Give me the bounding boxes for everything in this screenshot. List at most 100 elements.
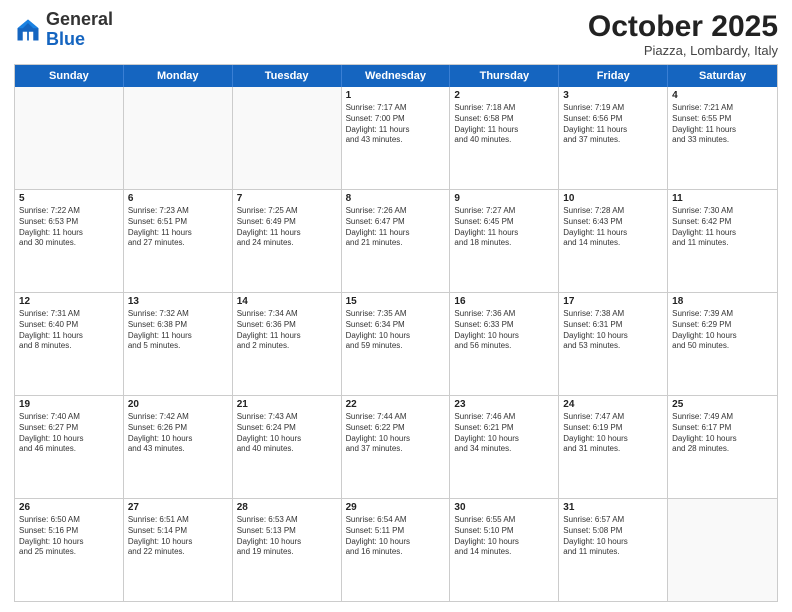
day-number: 25 — [672, 399, 773, 410]
day-info: Sunrise: 7:23 AM Sunset: 6:51 PM Dayligh… — [128, 206, 228, 249]
day-info: Sunrise: 7:22 AM Sunset: 6:53 PM Dayligh… — [19, 206, 119, 249]
header-day-monday: Monday — [124, 65, 233, 87]
logo: General Blue — [14, 10, 113, 50]
day-number: 11 — [672, 193, 773, 204]
day-number: 13 — [128, 296, 228, 307]
day-info: Sunrise: 7:36 AM Sunset: 6:33 PM Dayligh… — [454, 309, 554, 352]
day-number: 16 — [454, 296, 554, 307]
calendar-week-5: 26Sunrise: 6:50 AM Sunset: 5:16 PM Dayli… — [15, 499, 777, 601]
calendar-cell: 6 Sunrise: 7:23 AM Sunset: 6:51 PM Daylig… — [124, 190, 233, 292]
day-number: 3 — [563, 90, 663, 101]
header-day-saturday: Saturday — [668, 65, 777, 87]
day-info: Sunrise: 7:31 AM Sunset: 6:40 PM Dayligh… — [19, 309, 119, 352]
calendar-cell: 9 Sunrise: 7:27 AM Sunset: 6:45 PM Daylig… — [450, 190, 559, 292]
day-info: Sunrise: 7:49 AM Sunset: 6:17 PM Dayligh… — [672, 412, 773, 455]
day-info: Sunrise: 7:26 AM Sunset: 6:47 PM Dayligh… — [346, 206, 446, 249]
day-info: Sunrise: 7:25 AM Sunset: 6:49 PM Dayligh… — [237, 206, 337, 249]
day-number: 20 — [128, 399, 228, 410]
calendar-cell: 16 Sunrise: 7:36 AM Sunset: 6:33 PM Dayli… — [450, 293, 559, 395]
header-day-sunday: Sunday — [15, 65, 124, 87]
day-number: 9 — [454, 193, 554, 204]
day-number: 29 — [346, 502, 446, 513]
day-info: Sunrise: 7:44 AM Sunset: 6:22 PM Dayligh… — [346, 412, 446, 455]
calendar-cell: 15 Sunrise: 7:35 AM Sunset: 6:34 PM Dayli… — [342, 293, 451, 395]
header-day-thursday: Thursday — [450, 65, 559, 87]
calendar-cell: 20 Sunrise: 7:42 AM Sunset: 6:26 PM Dayli… — [124, 396, 233, 498]
day-info: Sunrise: 7:17 AM Sunset: 7:00 PM Dayligh… — [346, 103, 446, 146]
day-number: 18 — [672, 296, 773, 307]
calendar-cell: 12 Sunrise: 7:31 AM Sunset: 6:40 PM Dayli… — [15, 293, 124, 395]
day-info: Sunrise: 7:27 AM Sunset: 6:45 PM Dayligh… — [454, 206, 554, 249]
day-info: Sunrise: 7:18 AM Sunset: 6:58 PM Dayligh… — [454, 103, 554, 146]
calendar-cell: 11Sunrise: 7:30 AM Sunset: 6:42 PM Dayli… — [668, 190, 777, 292]
day-info: Sunrise: 6:51 AM Sunset: 5:14 PM Dayligh… — [128, 515, 228, 558]
calendar-cell: 22 Sunrise: 7:44 AM Sunset: 6:22 PM Dayli… — [342, 396, 451, 498]
day-number: 31 — [563, 502, 663, 513]
calendar-cell — [15, 87, 124, 189]
calendar-week-1: 1 Sunrise: 7:17 AM Sunset: 7:00 PM Daylig… — [15, 87, 777, 190]
calendar-cell: 2 Sunrise: 7:18 AM Sunset: 6:58 PM Daylig… — [450, 87, 559, 189]
calendar-cell: 13 Sunrise: 7:32 AM Sunset: 6:38 PM Dayli… — [124, 293, 233, 395]
day-number: 17 — [563, 296, 663, 307]
location-subtitle: Piazza, Lombardy, Italy — [588, 43, 778, 58]
calendar-cell: 18Sunrise: 7:39 AM Sunset: 6:29 PM Dayli… — [668, 293, 777, 395]
day-number: 15 — [346, 296, 446, 307]
day-number: 6 — [128, 193, 228, 204]
day-number: 30 — [454, 502, 554, 513]
day-number: 22 — [346, 399, 446, 410]
calendar-body: 1 Sunrise: 7:17 AM Sunset: 7:00 PM Daylig… — [15, 87, 777, 601]
day-number: 12 — [19, 296, 119, 307]
calendar-cell: 1 Sunrise: 7:17 AM Sunset: 7:00 PM Daylig… — [342, 87, 451, 189]
day-number: 21 — [237, 399, 337, 410]
calendar-cell: 21 Sunrise: 7:43 AM Sunset: 6:24 PM Dayli… — [233, 396, 342, 498]
day-info: Sunrise: 7:19 AM Sunset: 6:56 PM Dayligh… — [563, 103, 663, 146]
day-info: Sunrise: 7:21 AM Sunset: 6:55 PM Dayligh… — [672, 103, 773, 146]
header-day-wednesday: Wednesday — [342, 65, 451, 87]
calendar-cell: 26Sunrise: 6:50 AM Sunset: 5:16 PM Dayli… — [15, 499, 124, 601]
calendar-cell: 5 Sunrise: 7:22 AM Sunset: 6:53 PM Daylig… — [15, 190, 124, 292]
page: General Blue October 2025 Piazza, Lombar… — [0, 0, 792, 612]
calendar-cell: 3 Sunrise: 7:19 AM Sunset: 6:56 PM Daylig… — [559, 87, 668, 189]
calendar-cell: 29Sunrise: 6:54 AM Sunset: 5:11 PM Dayli… — [342, 499, 451, 601]
day-number: 2 — [454, 90, 554, 101]
day-info: Sunrise: 7:34 AM Sunset: 6:36 PM Dayligh… — [237, 309, 337, 352]
day-info: Sunrise: 7:38 AM Sunset: 6:31 PM Dayligh… — [563, 309, 663, 352]
calendar-cell: 31 Sunrise: 6:57 AM Sunset: 5:08 PM Dayli… — [559, 499, 668, 601]
calendar-week-2: 5 Sunrise: 7:22 AM Sunset: 6:53 PM Daylig… — [15, 190, 777, 293]
day-info: Sunrise: 6:53 AM Sunset: 5:13 PM Dayligh… — [237, 515, 337, 558]
month-title: October 2025 — [588, 10, 778, 43]
calendar: SundayMondayTuesdayWednesdayThursdayFrid… — [14, 64, 778, 602]
day-info: Sunrise: 7:35 AM Sunset: 6:34 PM Dayligh… — [346, 309, 446, 352]
header-day-friday: Friday — [559, 65, 668, 87]
day-info: Sunrise: 7:42 AM Sunset: 6:26 PM Dayligh… — [128, 412, 228, 455]
day-number: 26 — [19, 502, 119, 513]
logo-icon — [14, 16, 42, 44]
calendar-cell: 19Sunrise: 7:40 AM Sunset: 6:27 PM Dayli… — [15, 396, 124, 498]
calendar-cell: 30Sunrise: 6:55 AM Sunset: 5:10 PM Dayli… — [450, 499, 559, 601]
calendar-cell: 14 Sunrise: 7:34 AM Sunset: 6:36 PM Dayli… — [233, 293, 342, 395]
day-number: 14 — [237, 296, 337, 307]
day-info: Sunrise: 7:47 AM Sunset: 6:19 PM Dayligh… — [563, 412, 663, 455]
day-info: Sunrise: 7:32 AM Sunset: 6:38 PM Dayligh… — [128, 309, 228, 352]
day-number: 23 — [454, 399, 554, 410]
calendar-cell — [124, 87, 233, 189]
title-area: October 2025 Piazza, Lombardy, Italy — [588, 10, 778, 58]
calendar-cell: 28Sunrise: 6:53 AM Sunset: 5:13 PM Dayli… — [233, 499, 342, 601]
day-number: 1 — [346, 90, 446, 101]
calendar-week-3: 12 Sunrise: 7:31 AM Sunset: 6:40 PM Dayli… — [15, 293, 777, 396]
day-number: 4 — [672, 90, 773, 101]
header-day-tuesday: Tuesday — [233, 65, 342, 87]
day-info: Sunrise: 7:43 AM Sunset: 6:24 PM Dayligh… — [237, 412, 337, 455]
day-number: 7 — [237, 193, 337, 204]
calendar-cell: 17 Sunrise: 7:38 AM Sunset: 6:31 PM Dayli… — [559, 293, 668, 395]
calendar-cell: 24Sunrise: 7:47 AM Sunset: 6:19 PM Dayli… — [559, 396, 668, 498]
calendar-cell — [233, 87, 342, 189]
day-number: 5 — [19, 193, 119, 204]
calendar-cell — [668, 499, 777, 601]
calendar-cell: 23Sunrise: 7:46 AM Sunset: 6:21 PM Dayli… — [450, 396, 559, 498]
day-info: Sunrise: 6:57 AM Sunset: 5:08 PM Dayligh… — [563, 515, 663, 558]
calendar-week-4: 19Sunrise: 7:40 AM Sunset: 6:27 PM Dayli… — [15, 396, 777, 499]
calendar-cell: 27Sunrise: 6:51 AM Sunset: 5:14 PM Dayli… — [124, 499, 233, 601]
day-number: 10 — [563, 193, 663, 204]
day-info: Sunrise: 7:28 AM Sunset: 6:43 PM Dayligh… — [563, 206, 663, 249]
